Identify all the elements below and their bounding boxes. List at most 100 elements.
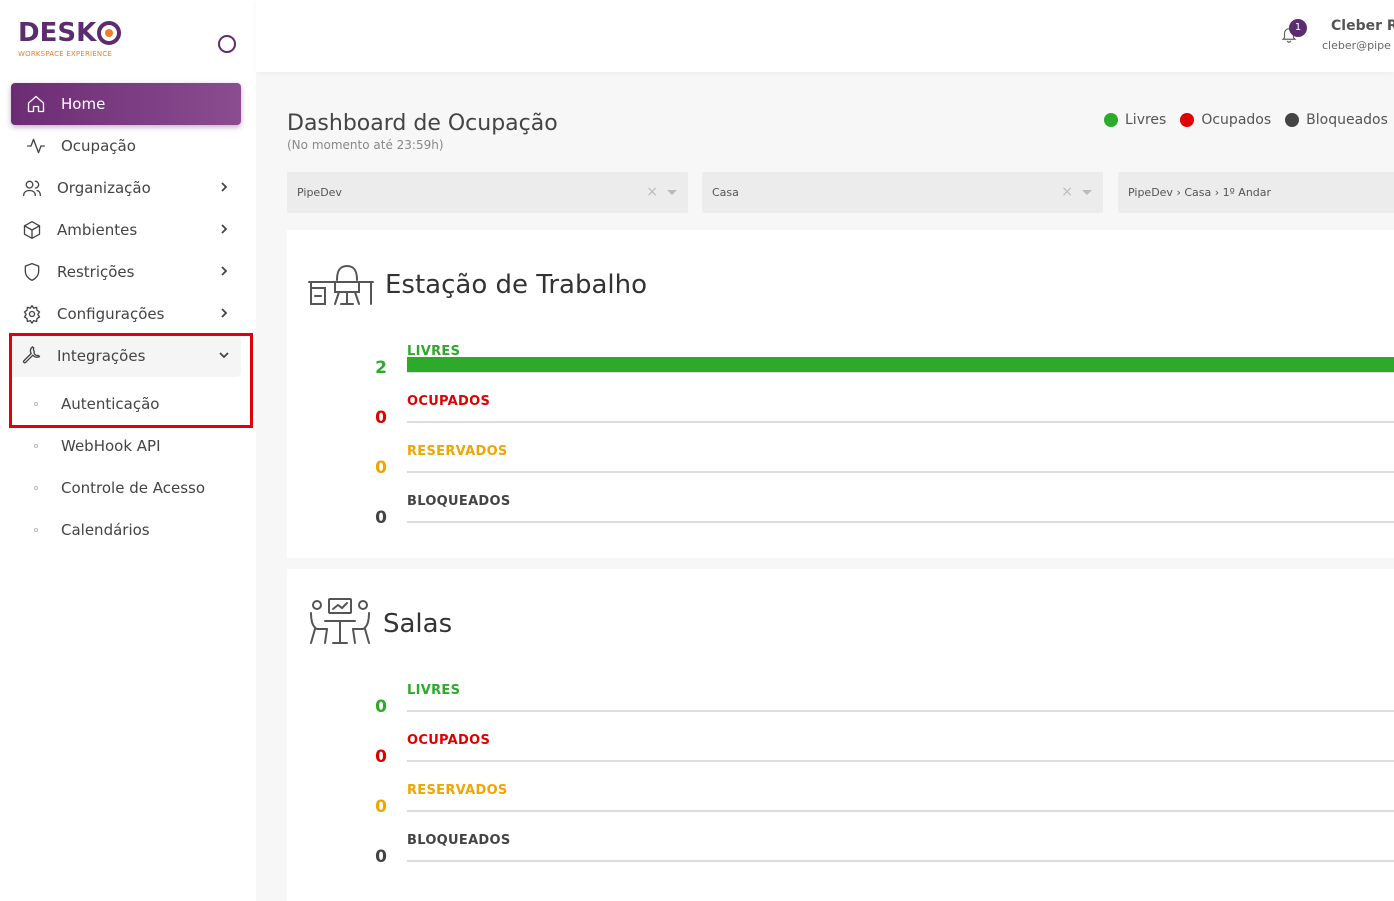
box-icon [21,219,43,241]
stat-count: 0 [375,408,387,428]
sidebar-subitem-label: Calendários [61,521,150,539]
clear-icon[interactable]: × [1061,184,1073,200]
stat-track [407,421,1394,423]
stat-track [407,760,1394,762]
stat-label: OCUPADOS [407,733,491,748]
stat-label: BLOQUEADOS [407,494,511,509]
legend-item-ocupados: Ocupados [1180,112,1271,128]
topbar: 1 Cleber R cleber@pipe [256,0,1394,72]
filter-organization-select[interactable]: PipeDev × [287,172,688,213]
stat-row-bloqueados: 0 BLOQUEADOS [375,494,1394,544]
sidebar-subitem-label: WebHook API [61,437,161,455]
activity-icon [25,135,47,157]
sidebar-item-ambientes[interactable]: Ambientes [11,209,241,251]
gear-icon [21,303,43,325]
stat-count: 0 [375,508,387,528]
sidebar-subitem-calendarios[interactable]: Calendários [11,509,241,551]
stat-row-reservados: 0 RESERVADOS [375,783,1394,833]
stat-track [407,860,1394,862]
sidebar-collapse-toggle[interactable] [218,35,236,53]
sidebar-item-ocupacao[interactable]: Ocupação [11,125,241,167]
bullet-icon [34,444,38,448]
card-workstation: Estação de Trabalho 2 LIVRES 0 OCUPADOS … [287,230,1394,558]
sidebar-subitem-label: Controle de Acesso [61,479,206,497]
home-icon [25,93,47,115]
meeting-room-icon [307,597,373,651]
stat-label: RESERVADOS [407,783,508,798]
stat-track [407,471,1394,473]
stat-count: 2 [375,358,387,378]
sidebar-subitem-controle-de-acesso[interactable]: Controle de Acesso [11,467,241,509]
user-email: cleber@pipe [1322,39,1391,52]
highlight-box [9,333,253,428]
legend-dot-icon [1104,113,1118,127]
sidebar-item-label: Ambientes [57,221,138,239]
shield-icon [21,261,43,283]
status-legend: Livres Ocupados Bloqueados [1104,112,1394,128]
page-subtitle: (No momento até 23:59h) [287,138,444,152]
logo-tagline: WORKSPACE EXPERIENCE [18,50,113,58]
sidebar-item-home[interactable]: Home [11,83,241,125]
stat-row-livres: 0 LIVRES [375,683,1394,733]
sidebar-item-label: Restrições [57,263,135,281]
sidebar-item-configuracoes[interactable]: Configurações [11,293,241,335]
filter-floor-select[interactable]: PipeDev › Casa › 1º Andar [1118,172,1394,213]
stat-count: 0 [375,697,387,717]
sidebar-item-label: Home [61,95,106,113]
card-header: Salas [307,597,452,651]
stat-count: 0 [375,797,387,817]
users-icon [21,177,43,199]
stat-row-reservados: 0 RESERVADOS [375,444,1394,494]
stat-row-livres: 2 LIVRES [375,344,1394,394]
filter-value: PipeDev › Casa › 1º Andar [1128,186,1272,199]
sidebar-item-label: Configurações [57,305,165,323]
stat-row-ocupados: 0 OCUPADOS [375,394,1394,444]
main-content: Dashboard de Ocupação (No momento até 23… [256,72,1394,901]
sidebar-item-restricoes[interactable]: Restrições [11,251,241,293]
page-title: Dashboard de Ocupação [287,111,558,136]
sidebar: DESK WORKSPACE EXPERIENCE Home Ocupação … [0,0,256,901]
sidebar-item-organizacao[interactable]: Organização [11,167,241,209]
legend-label: Ocupados [1201,112,1272,128]
card-title: Estação de Trabalho [385,270,647,300]
sidebar-item-label: Organização [57,179,151,197]
clear-icon[interactable]: × [646,184,658,200]
chevron-right-icon [217,306,231,320]
filter-value: PipeDev [297,186,342,199]
filter-value: Casa [712,186,739,199]
card-meeting-rooms: Salas 0 LIVRES 0 OCUPADOS 0 RESERVADOS 0… [287,569,1394,901]
logo-text: DESK [18,18,97,48]
sidebar-item-label: Ocupação [61,137,136,155]
chevron-right-icon [217,180,231,194]
stat-label: OCUPADOS [407,394,491,409]
bullet-icon [34,486,38,490]
stat-count: 0 [375,747,387,767]
sidebar-subitem-webhook-api[interactable]: WebHook API [11,425,241,467]
stat-track [407,710,1394,712]
legend-label: Livres [1125,112,1167,128]
notification-badge: 1 [1289,19,1307,37]
legend-item-bloqueados: Bloqueados [1285,112,1388,128]
stat-label: RESERVADOS [407,444,508,459]
chevron-down-icon[interactable] [667,190,677,195]
stat-progress-bar [407,357,1394,372]
chevron-down-icon[interactable] [1082,190,1092,195]
stat-track [407,810,1394,812]
filter-building-select[interactable]: Casa × [702,172,1103,213]
legend-dot-icon [1180,113,1195,127]
stat-track [407,521,1394,523]
logo-o-mark [97,21,122,45]
chevron-right-icon [217,264,231,278]
chevron-right-icon [217,222,231,236]
stat-count: 0 [375,847,387,867]
legend-label: Bloqueados [1306,112,1388,128]
legend-dot-icon [1285,113,1300,127]
logo[interactable]: DESK WORKSPACE EXPERIENCE [18,18,122,58]
card-header: Estação de Trabalho [307,258,647,312]
stat-row-ocupados: 0 OCUPADOS [375,733,1394,783]
stat-label: LIVRES [407,683,461,698]
stat-row-bloqueados: 0 BLOQUEADOS [375,833,1394,883]
user-name[interactable]: Cleber R [1331,18,1394,34]
legend-item-livres: Livres [1104,112,1166,128]
stat-count: 0 [375,458,387,478]
